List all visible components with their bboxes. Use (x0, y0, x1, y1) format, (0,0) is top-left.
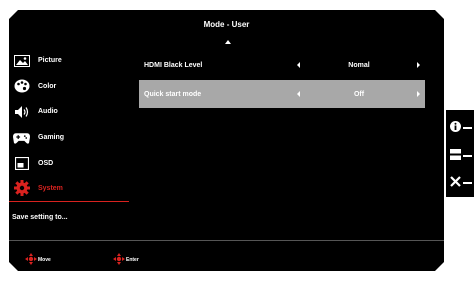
sidebar-item-label: Color (38, 82, 57, 90)
menu-title: Mode - User (203, 20, 250, 29)
corner-decoration (9, 10, 18, 19)
osd-menu: Mode - User Picture Color Audio Gaming O… (9, 10, 444, 271)
hint-bar: Move Enter (9, 240, 444, 271)
gear-icon (13, 180, 30, 197)
osd-icon (13, 156, 30, 170)
setting-value: Off (353, 90, 365, 98)
input-key[interactable] (450, 149, 474, 163)
sidebar-item-system[interactable]: System (9, 176, 129, 202)
info-icon (450, 119, 461, 137)
key-pointer (463, 127, 472, 129)
sidebar-item-picture[interactable]: Picture (9, 48, 129, 74)
sidebar-item-color[interactable]: Color (9, 74, 129, 100)
key-pointer (463, 155, 472, 157)
hotkey-panel (446, 110, 474, 197)
dpad-icon (25, 253, 37, 267)
gamepad-icon (13, 131, 30, 145)
corner-decoration (435, 10, 444, 19)
close-icon (450, 174, 461, 192)
sidebar: Picture Color Audio Gaming OSD System (9, 48, 129, 202)
close-key[interactable] (450, 176, 474, 190)
sidebar-item-osd[interactable]: OSD (9, 150, 129, 176)
sidebar-item-label: OSD (38, 159, 54, 167)
sidebar-item-label: System (38, 184, 63, 192)
picture-icon (13, 54, 30, 68)
divider (9, 240, 444, 241)
title-bar: Mode - User (9, 10, 444, 44)
speaker-icon (13, 105, 30, 119)
setting-row-quick-start-mode[interactable]: Quick start mode Off (139, 80, 425, 108)
sidebar-item-label: Audio (38, 108, 58, 116)
dpad-icon (113, 253, 125, 267)
sidebar-item-label: Gaming (38, 134, 65, 142)
arrow-left-icon[interactable] (297, 91, 300, 97)
info-key[interactable] (450, 121, 474, 135)
setting-value: Nomal (348, 61, 370, 69)
corner-decoration (435, 262, 444, 271)
setting-label: Quick start mode (144, 90, 202, 98)
input-icon (450, 147, 461, 165)
scroll-up-icon[interactable] (225, 40, 231, 44)
sidebar-item-gaming[interactable]: Gaming (9, 125, 129, 151)
save-setting-item[interactable]: Save setting to... (12, 214, 68, 221)
key-pointer (463, 182, 472, 184)
sidebar-item-label: Picture (38, 57, 62, 65)
sidebar-item-audio[interactable]: Audio (9, 99, 129, 125)
enter-hint: Enter (113, 253, 139, 267)
arrow-left-icon[interactable] (297, 62, 300, 68)
corner-decoration (9, 262, 18, 271)
arrow-right-icon[interactable] (417, 62, 420, 68)
arrow-right-icon[interactable] (417, 91, 420, 97)
color-icon (13, 79, 30, 93)
move-hint: Move (25, 253, 51, 267)
move-hint-label: Move (38, 257, 51, 263)
enter-hint-label: Enter (126, 257, 139, 263)
setting-label: HDMI Black Level (144, 61, 203, 69)
settings-panel: HDMI Black Level Nomal Quick start mode … (139, 56, 425, 120)
setting-row-hdmi-black-level[interactable]: HDMI Black Level Nomal (139, 56, 425, 74)
